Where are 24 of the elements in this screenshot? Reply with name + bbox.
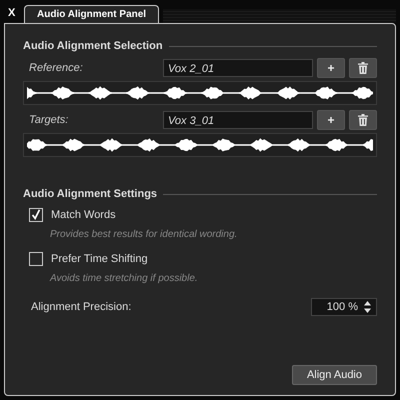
checkbox[interactable] — [29, 208, 43, 222]
checkbox-label: Prefer Time Shifting — [51, 253, 148, 265]
trash-icon — [358, 114, 368, 126]
section-title: Audio Alignment Selection — [23, 40, 163, 52]
option-hint: Avoids time stretching if possible. — [50, 273, 199, 284]
align-audio-button[interactable]: Align Audio — [292, 365, 377, 385]
track-field[interactable]: Vox 2_01 — [163, 59, 313, 77]
add-button[interactable]: + — [317, 58, 345, 78]
delete-button[interactable] — [349, 110, 377, 130]
delete-button[interactable] — [349, 58, 377, 78]
section-title: Audio Alignment Settings — [23, 188, 158, 200]
close-button[interactable]: X — [4, 7, 24, 23]
field-label: Targets: — [28, 114, 70, 126]
precision-spinbox[interactable]: 100 % — [311, 298, 377, 316]
trash-icon — [358, 62, 368, 74]
checkbox-label: Match Words — [51, 209, 116, 221]
stepper-icon — [364, 301, 371, 313]
track-field[interactable]: Vox 3_01 — [163, 111, 313, 129]
precision-label: Alignment Precision: — [31, 301, 132, 313]
option-hint: Provides best results for identical wording. — [50, 229, 238, 240]
field-label: Reference: — [28, 62, 84, 74]
panel-tab[interactable]: Audio Alignment Panel — [24, 5, 160, 23]
checkbox[interactable] — [29, 252, 43, 266]
add-button[interactable]: + — [317, 110, 345, 130]
